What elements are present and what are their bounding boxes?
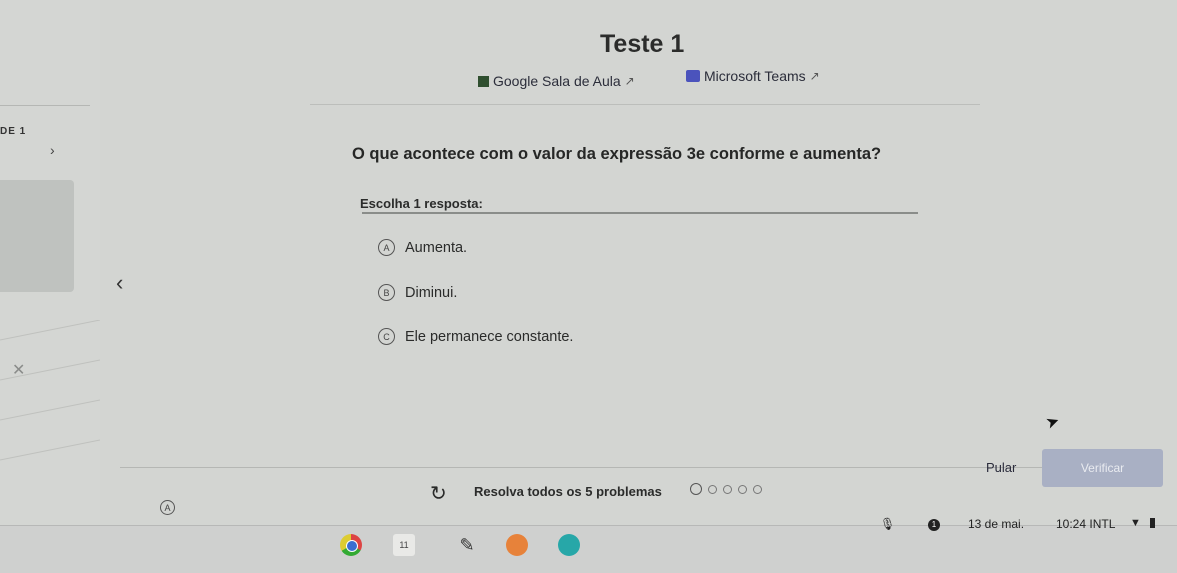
clock-time: 10:24: [1056, 517, 1087, 531]
prompt-underline: [362, 212, 918, 214]
answer-option-c[interactable]: C Ele permanece constante.: [378, 328, 573, 345]
drawing-app-icon[interactable]: ✎: [456, 534, 478, 556]
microsoft-teams-label: Microsoft Teams: [704, 68, 806, 84]
microsoft-teams-icon: [686, 70, 700, 82]
header-divider: [310, 104, 980, 105]
option-label-c: Ele permanece constante.: [405, 328, 574, 345]
skip-button[interactable]: Pular: [986, 460, 1016, 475]
check-button[interactable]: Verificar: [1042, 449, 1163, 487]
microphone-icon[interactable]: 🎙: [880, 517, 895, 531]
left-panel: DE 1 › ✕: [0, 0, 101, 525]
answer-option-b[interactable]: B Diminui.: [378, 284, 457, 301]
accessibility-icon[interactable]: A: [160, 500, 175, 515]
external-link-icon: ↗: [624, 74, 635, 88]
date-text[interactable]: 13 de mai.: [968, 517, 1024, 531]
main-area: [100, 0, 1177, 525]
external-link-icon: ↗: [809, 69, 820, 83]
wifi-icon[interactable]: ▼: [1130, 517, 1141, 529]
option-letter-b: B: [378, 284, 395, 301]
answer-option-a[interactable]: A Aumenta.: [378, 239, 467, 256]
notification-icon[interactable]: 1: [928, 519, 940, 531]
chevron-left-icon[interactable]: ‹: [116, 270, 123, 296]
progress-dots: [690, 483, 762, 495]
progress-dot: [738, 484, 747, 494]
choose-prompt: Escolha 1 resposta:: [360, 196, 483, 211]
input-method: INTL: [1089, 517, 1116, 531]
progress-dot: [708, 484, 717, 494]
page-title: Teste 1: [600, 30, 685, 58]
calendar-app-icon[interactable]: 11: [393, 534, 415, 556]
orange-app-icon[interactable]: [506, 534, 528, 556]
progress-dot: [753, 484, 762, 494]
option-label-b: Diminui.: [405, 284, 458, 301]
progress-text: Resolva todos os 5 problemas: [474, 484, 662, 499]
battery-icon[interactable]: [1150, 518, 1155, 528]
refresh-icon[interactable]: ↻: [430, 481, 447, 506]
option-letter-a: A: [378, 239, 395, 256]
option-letter-c: C: [378, 328, 395, 345]
progress-dot: [690, 483, 702, 495]
google-classroom-icon: [478, 75, 489, 87]
chrome-app-icon[interactable]: [340, 534, 362, 556]
google-classroom-link[interactable]: Google Sala de Aula ↗: [478, 73, 635, 89]
chevron-right-icon[interactable]: ›: [50, 142, 55, 158]
time-text[interactable]: 10:24 INTL: [1056, 517, 1115, 531]
microsoft-teams-link[interactable]: Microsoft Teams ↗: [686, 68, 820, 84]
progress-dot: [723, 484, 732, 494]
left-divider: [0, 105, 90, 106]
left-card[interactable]: [0, 180, 74, 292]
teal-app-icon[interactable]: [558, 534, 580, 556]
section-label: DE 1: [0, 126, 27, 137]
option-label-a: Aumenta.: [405, 239, 468, 256]
os-shelf: [0, 525, 1177, 573]
google-classroom-label: Google Sala de Aula: [493, 73, 621, 89]
paper-lines-decoration: [0, 320, 100, 461]
question-text: O que acontece com o valor da expressão …: [352, 145, 882, 163]
